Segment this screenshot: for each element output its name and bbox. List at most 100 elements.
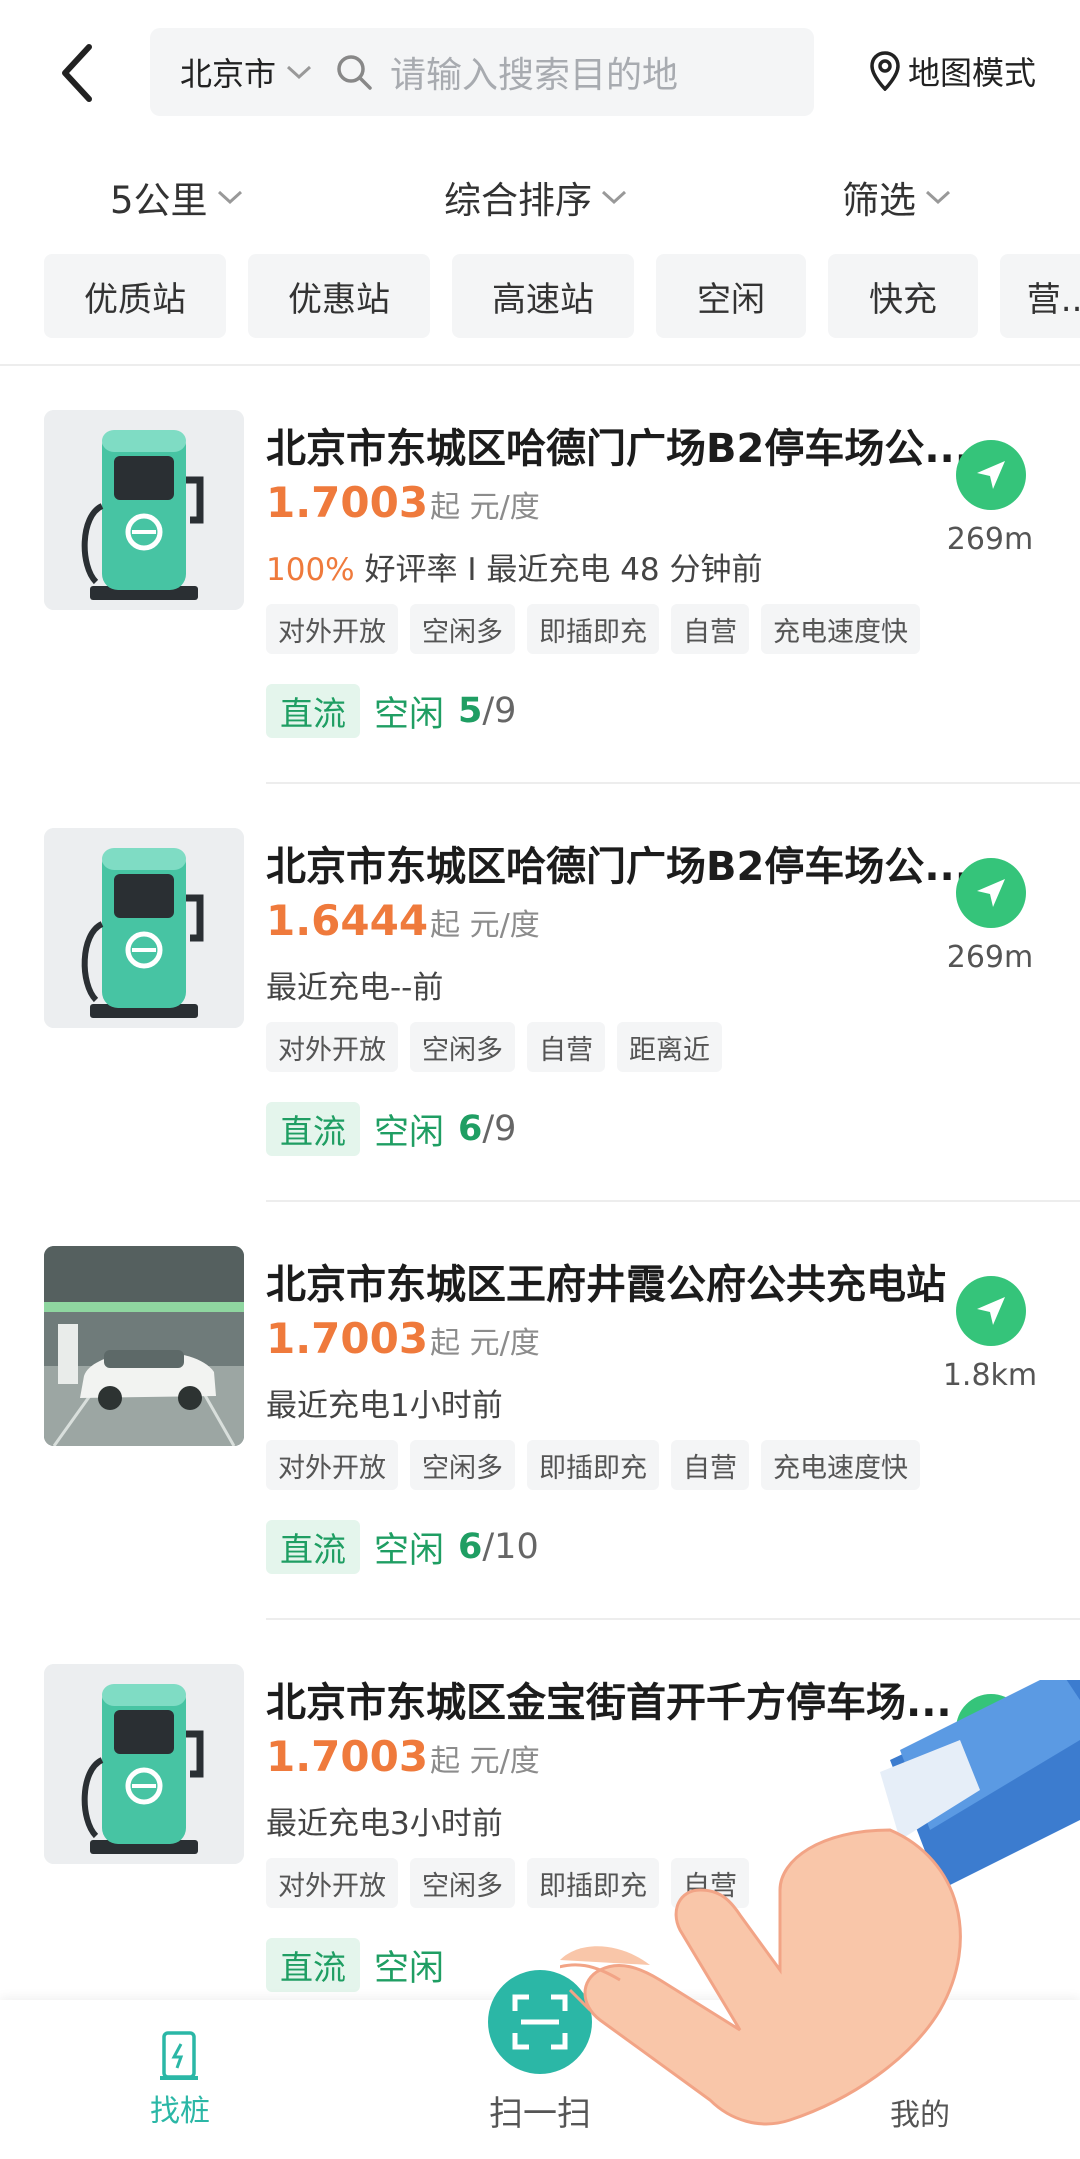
tag: 对外开放 [266,1440,398,1490]
tag: 自营 [527,1022,605,1072]
station-meta: 最近充电--前 [266,962,443,1007]
tag: 空闲多 [410,604,515,654]
distance-label: 269m [946,940,1034,975]
price-value: 1.7003 [266,1314,429,1363]
search-input[interactable]: 请输入搜索目的地 [390,46,678,98]
tab-scan-label: 扫一扫 [489,2094,591,2134]
tag: 即插即充 [527,1858,659,1908]
station-tags: 对外开放 空闲多 即插即充 自营 充电速度快 [266,604,920,654]
station-tags: 对外开放 空闲多 自营 距离近 [266,1022,722,1072]
chip-more[interactable]: 营... [1000,254,1080,338]
navigate-button[interactable] [956,440,1026,510]
idle-label: 空闲 [374,1948,445,1989]
station-tags: 对外开放 空闲多 即插即充 自营 [266,1858,749,1908]
slash: / [482,691,495,731]
scan-button[interactable] [488,1970,592,2074]
tab-find-charger[interactable]: 找桩 [130,2030,230,2130]
idle-label: 空闲 [374,1112,445,1153]
tag: 充电速度快 [761,1440,920,1490]
station-card[interactable]: 北京市东城区哈德门广场B2停车场公... 1.7003 起 元/度 100% 好… [0,366,1080,784]
sort-bar: 5公里 综合排序 筛选 [0,160,1080,230]
tag: 空闲多 [410,1858,515,1908]
tag: 空闲多 [410,1440,515,1490]
station-meta: 100% 好评率 I 最近充电 48 分钟前 [266,544,763,589]
navigate-button[interactable] [956,1276,1026,1346]
available-count: 6 [458,1109,483,1149]
tab-scan[interactable]: 扫一扫 [480,2086,600,2135]
chip-idle[interactable]: 空闲 [656,254,806,338]
total-count: 9 [494,1109,517,1149]
tag: 距离近 [617,1022,722,1072]
search-icon [334,52,374,92]
rating-value: 100% [266,552,355,588]
sort-dropdown[interactable]: 综合排序 [444,170,628,224]
tag: 对外开放 [266,1858,398,1908]
availability-status: 直流 空闲 5/9 [266,684,516,738]
slash: / [482,1527,495,1567]
price-value: 1.6444 [266,896,429,945]
price-row: 1.6444 起 元/度 [266,896,540,945]
distance-filter[interactable]: 5公里 [110,170,244,224]
tab-find-charger-label: 找桩 [150,2094,210,2129]
availability-status: 直流 空闲 6/10 [266,1520,539,1574]
meta-text: 最近充电3小时前 [266,1806,503,1842]
chip-fast-charge[interactable]: 快充 [828,254,978,338]
navigate-button[interactable] [956,858,1026,928]
price-unit: 起 元/度 [430,1326,540,1361]
available-count: 5 [458,691,483,731]
bottom-tab-bar: 找桩 扫一扫 我的 [0,1970,1080,2159]
price-unit: 起 元/度 [430,1744,540,1779]
back-button[interactable] [52,38,102,108]
station-meta: 最近充电1小时前 [266,1380,503,1425]
chevron-down-icon [924,188,952,206]
map-mode-button[interactable]: 地图模式 [870,48,1036,94]
navigate-button[interactable] [956,1694,1026,1764]
filter-dropdown[interactable]: 筛选 [842,170,952,224]
navigation-arrow-icon [977,1297,1005,1325]
tag-filter-row: 优质站 优惠站 高速站 空闲 快充 营... [44,254,1080,338]
dc-badge: 直流 [266,1102,360,1156]
tag: 自营 [671,604,749,654]
search-box[interactable]: 北京市 请输入搜索目的地 [150,28,814,116]
header: 北京市 请输入搜索目的地 地图模式 [0,0,1080,140]
tag: 对外开放 [266,604,398,654]
station-title: 北京市东城区哈德门广场B2停车场公... [266,844,970,890]
tag: 即插即充 [527,604,659,654]
availability-status: 直流 空闲 [266,1938,444,1992]
city-selector[interactable]: 北京市 [180,49,276,95]
charger-station-icon [160,2031,198,2080]
distance-filter-label: 5公里 [110,179,208,222]
dc-badge: 直流 [266,1520,360,1574]
price-row: 1.7003 起 元/度 [266,1732,540,1781]
station-card[interactable]: 北京市东城区哈德门广场B2停车场公... 1.6444 起 元/度 最近充电--… [0,784,1080,1202]
dc-badge: 直流 [266,684,360,738]
station-card[interactable]: 北京市东城区王府井霞公府公共充电站 1.7003 起 元/度 最近充电1小时前 … [0,1202,1080,1620]
chip-highway[interactable]: 高速站 [452,254,634,338]
chip-discount[interactable]: 优惠站 [248,254,430,338]
tag: 自营 [671,1440,749,1490]
tag: 自营 [671,1858,749,1908]
idle-label: 空闲 [374,694,445,735]
tab-mine[interactable]: 我的 [870,2090,970,2134]
filter-dropdown-label: 筛选 [842,179,916,222]
distance-label: 1.8km [942,1358,1038,1393]
tag: 对外开放 [266,1022,398,1072]
chevron-left-icon [62,44,92,102]
charger-thumbnail [44,410,244,610]
tag: 即插即充 [527,1440,659,1490]
available-count: 6 [458,1527,483,1567]
idle-label: 空闲 [374,1530,445,1571]
availability-status: 直流 空闲 6/9 [266,1102,516,1156]
tag: 充电速度快 [761,604,920,654]
distance-label: 269m [946,522,1034,557]
station-title: 北京市东城区金宝街首开千方停车场... [266,1680,952,1726]
navigation-arrow-icon [977,879,1005,907]
sort-dropdown-label: 综合排序 [444,179,592,222]
price-row: 1.7003 起 元/度 [266,1314,540,1363]
chip-quality[interactable]: 优质站 [44,254,226,338]
total-count: 9 [494,691,517,731]
scan-icon [512,1994,568,2050]
map-mode-label: 地图模式 [908,54,1037,92]
total-count: 10 [494,1527,539,1567]
station-meta: 最近充电3小时前 [266,1798,503,1843]
